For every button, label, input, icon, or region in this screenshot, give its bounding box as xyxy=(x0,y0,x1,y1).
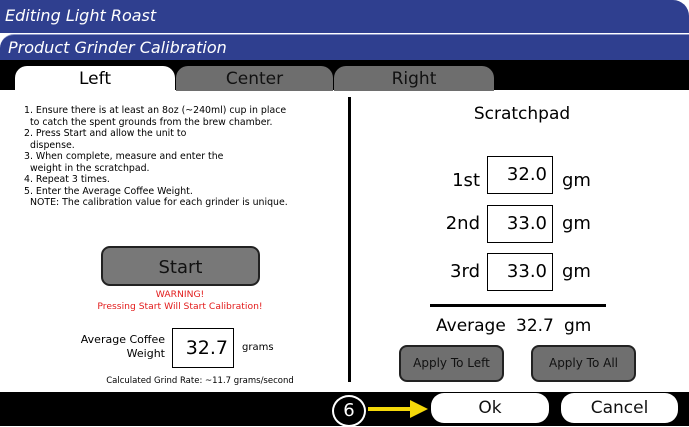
average-weight-label: Average Coffee Weight xyxy=(80,333,165,361)
warning-title: WARNING! xyxy=(155,289,205,300)
step-number-badge: 6 xyxy=(332,395,366,427)
instruction-line: dispense. xyxy=(30,139,75,151)
scratch-average-label: Average xyxy=(436,316,506,336)
scratch-input-3rd[interactable]: 33.0 xyxy=(487,253,553,291)
arrow-right-icon xyxy=(368,400,428,418)
scratchpad-title: Scratchpad xyxy=(473,104,571,124)
apply-to-all-button[interactable]: Apply To All xyxy=(531,345,636,382)
average-weight-unit: grams xyxy=(242,342,274,353)
scratchpad-divider xyxy=(430,304,606,307)
scratch-unit-1st: gm xyxy=(562,170,591,191)
instruction-line: 1. Ensure there is at least an 8oz (~240… xyxy=(24,105,287,116)
average-weight-label-line2: Weight xyxy=(126,347,165,360)
ok-button[interactable]: Ok xyxy=(431,393,549,423)
tab-right[interactable]: Right xyxy=(334,66,494,92)
window-title: Editing Light Roast xyxy=(5,6,157,25)
warning-message: WARNING! Pressing Start Will Start Calib… xyxy=(60,289,300,313)
tab-left[interactable]: Left xyxy=(15,66,175,92)
scratch-average-value: 32.7 xyxy=(516,316,554,336)
cancel-button[interactable]: Cancel xyxy=(561,393,678,423)
scratch-unit-3rd: gm xyxy=(562,261,591,282)
instruction-note: NOTE: The calibration value for each gri… xyxy=(30,197,288,208)
warning-text: Pressing Start Will Start Calibration! xyxy=(97,301,263,312)
scratch-label-3rd: 3rd xyxy=(450,261,480,282)
instruction-line: 2. Press Start and allow the unit to xyxy=(24,128,187,139)
scratch-input-2nd[interactable]: 33.0 xyxy=(487,205,553,243)
instruction-line: to catch the spent grounds from the brew… xyxy=(30,116,273,128)
average-weight-label-line1: Average Coffee xyxy=(80,333,165,346)
page-title-bar: Product Grinder Calibration xyxy=(0,34,689,60)
average-weight-input[interactable]: 32.7 xyxy=(172,328,234,368)
scratch-average-unit: gm xyxy=(564,316,592,336)
tab-center[interactable]: Center xyxy=(176,66,333,92)
page-title: Product Grinder Calibration xyxy=(8,38,227,57)
instruction-line: weight in the scratchpad. xyxy=(30,162,150,174)
window-title-bar: Editing Light Roast xyxy=(0,0,689,33)
start-button[interactable]: Start xyxy=(101,246,260,286)
instruction-line: 5. Enter the Average Coffee Weight. xyxy=(24,185,193,197)
scratch-label-2nd: 2nd xyxy=(445,213,480,234)
instructions-list: 1. Ensure there is at least an 8oz (~240… xyxy=(24,105,344,209)
scratch-unit-2nd: gm xyxy=(562,213,591,234)
instruction-line: 4. Repeat 3 times. xyxy=(24,174,110,185)
instruction-line: 3. When complete, measure and enter the xyxy=(24,151,224,162)
apply-to-left-button[interactable]: Apply To Left xyxy=(399,345,504,382)
grind-rate-text: Calculated Grind Rate: ~11.7 grams/secon… xyxy=(106,376,294,386)
scratch-input-1st[interactable]: 32.0 xyxy=(487,156,553,194)
panel-divider xyxy=(348,97,351,382)
scratch-label-1st: 1st xyxy=(452,170,480,191)
